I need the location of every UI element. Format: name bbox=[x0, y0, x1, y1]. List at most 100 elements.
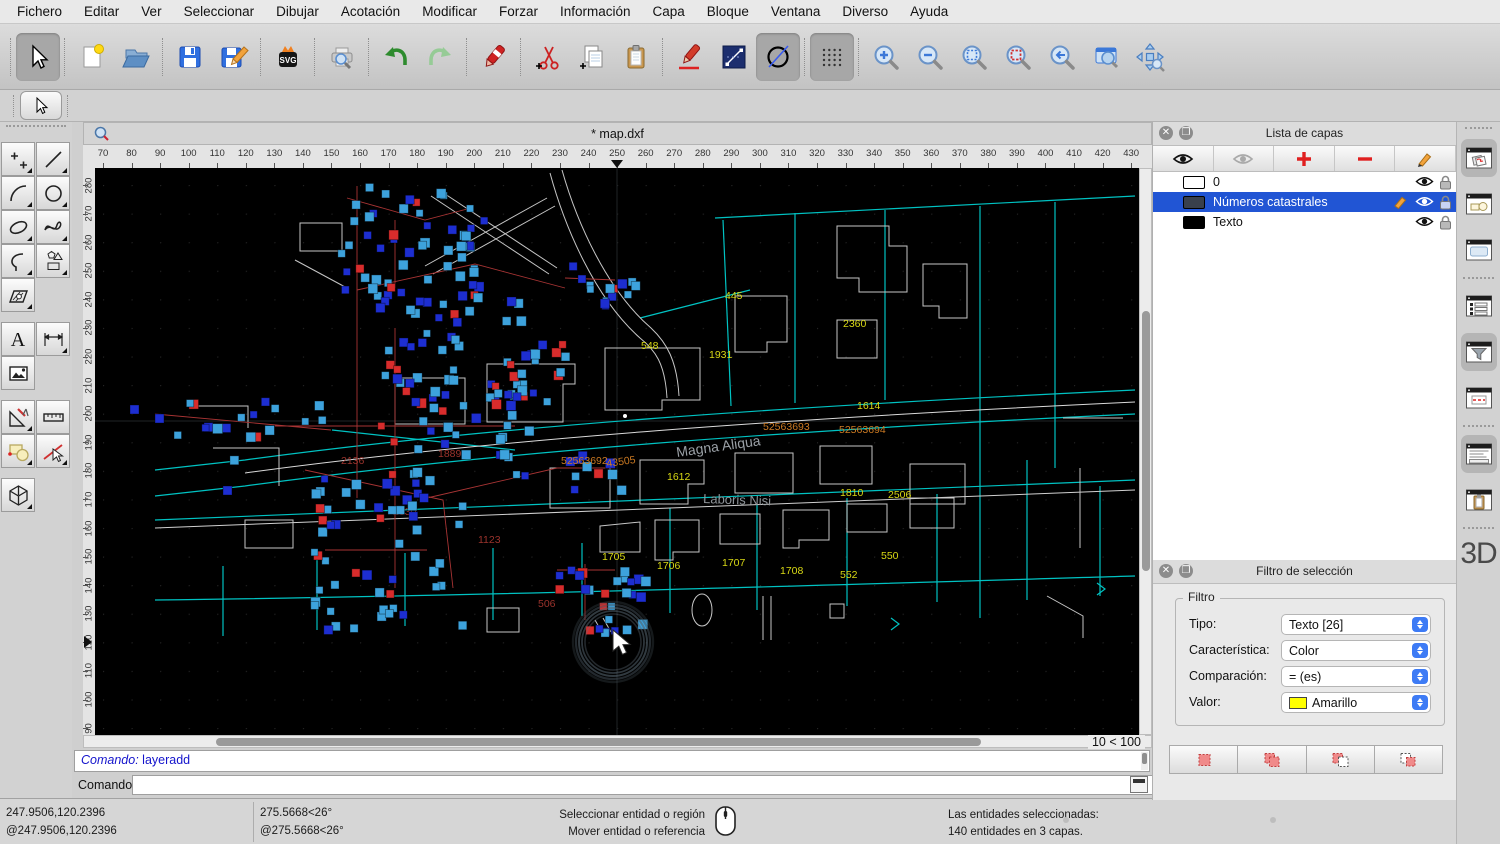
replace-selection-button[interactable] bbox=[1170, 746, 1238, 773]
tool-image-button[interactable] bbox=[1, 356, 35, 390]
lock-icon[interactable] bbox=[1439, 195, 1452, 210]
edit-layer-button[interactable] bbox=[1395, 146, 1456, 171]
filter-dropdown-valor-[interactable]: Amarillo bbox=[1281, 692, 1431, 713]
h-scroll-thumb[interactable] bbox=[216, 738, 981, 746]
horizontal-scrollbar[interactable]: 10 < 100 bbox=[83, 735, 1152, 748]
menu-item-seleccionar[interactable]: Seleccionar bbox=[173, 4, 266, 19]
show-all-layers-button[interactable] bbox=[1153, 146, 1214, 171]
history-scrollbar[interactable] bbox=[1141, 752, 1148, 770]
zoom-out-button[interactable] bbox=[908, 33, 952, 81]
tool-shapes-button[interactable] bbox=[36, 244, 70, 278]
eye-icon[interactable] bbox=[1415, 175, 1434, 188]
3d-panel-button[interactable]: 3D bbox=[1457, 537, 1500, 571]
tool-dimension-button[interactable] bbox=[36, 322, 70, 356]
current-tool-button[interactable] bbox=[20, 91, 62, 120]
dropdown-stepper-icon[interactable] bbox=[1412, 695, 1428, 710]
layer-row-0[interactable]: 0 bbox=[1153, 172, 1456, 192]
clipboard-panel-button[interactable] bbox=[1461, 481, 1497, 519]
v-scroll-thumb[interactable] bbox=[1142, 311, 1150, 571]
new-file-button[interactable] bbox=[70, 33, 114, 81]
remove-from-selection-button[interactable] bbox=[1307, 746, 1375, 773]
tool-cad-tools-button[interactable] bbox=[1, 400, 35, 434]
circle-slash-button[interactable] bbox=[756, 33, 800, 81]
selection-filter-panel-button[interactable] bbox=[1461, 333, 1497, 371]
layer-list-panel-button[interactable] bbox=[1461, 139, 1497, 177]
draw-pencil-button[interactable] bbox=[668, 33, 712, 81]
pan-button[interactable] bbox=[1128, 33, 1172, 81]
line-tool-button[interactable] bbox=[712, 33, 756, 81]
cut-button[interactable] bbox=[526, 33, 570, 81]
open-file-button[interactable] bbox=[114, 33, 158, 81]
add-layer-button[interactable] bbox=[1274, 146, 1335, 171]
view-options-panel-button[interactable] bbox=[1461, 379, 1497, 417]
lock-icon[interactable] bbox=[1439, 175, 1452, 190]
lock-icon[interactable] bbox=[1439, 215, 1452, 230]
intersect-selection-button[interactable] bbox=[1375, 746, 1442, 773]
selection-arrow-button[interactable] bbox=[16, 33, 60, 81]
tool-ruler-button[interactable] bbox=[36, 400, 70, 434]
command-history[interactable]: Comando: layeradd bbox=[74, 750, 1150, 772]
dropdown-stepper-icon[interactable] bbox=[1412, 617, 1428, 632]
zoom-window-button[interactable] bbox=[1084, 33, 1128, 81]
library-browser-panel-button[interactable] bbox=[1461, 231, 1497, 269]
dropdown-stepper-icon[interactable] bbox=[1412, 643, 1428, 658]
filter-dropdown-tipo-[interactable]: Texto [26] bbox=[1281, 614, 1431, 635]
menu-item-editar[interactable]: Editar bbox=[73, 4, 130, 19]
tool-solid-3d-button[interactable] bbox=[1, 478, 35, 512]
menu-item-ayuda[interactable]: Ayuda bbox=[899, 4, 959, 19]
copy-button[interactable] bbox=[570, 33, 614, 81]
eye-icon[interactable] bbox=[1415, 215, 1434, 228]
tool-polyline-button[interactable] bbox=[1, 244, 35, 278]
grid-toggle-button[interactable] bbox=[810, 33, 854, 81]
layer-row-numeros-catastrales[interactable]: Números catastrales bbox=[1153, 192, 1456, 212]
tool-modify-button[interactable] bbox=[1, 434, 35, 468]
remove-layer-button[interactable] bbox=[1335, 146, 1396, 171]
tool-snap-button[interactable] bbox=[36, 434, 70, 468]
menu-item-informacion[interactable]: Información bbox=[549, 4, 642, 19]
command-input[interactable] bbox=[132, 775, 1186, 795]
layer-row-texto[interactable]: Texto bbox=[1153, 212, 1456, 232]
menu-item-forzar[interactable]: Forzar bbox=[488, 4, 549, 19]
delete-button[interactable] bbox=[472, 33, 516, 81]
menu-item-diverso[interactable]: Diverso bbox=[831, 4, 899, 19]
block-list-panel-button[interactable] bbox=[1461, 185, 1497, 223]
menu-item-bloque[interactable]: Bloque bbox=[696, 4, 760, 19]
redo-button[interactable] bbox=[418, 33, 462, 81]
tool-arc-button[interactable] bbox=[1, 176, 35, 210]
filter-dropdown-caracteristica-[interactable]: Color bbox=[1281, 640, 1431, 661]
property-editor-panel-button[interactable] bbox=[1461, 287, 1497, 325]
tool-hatch-button[interactable] bbox=[1, 278, 35, 312]
map-canvas[interactable]: 2136188923301123506 44523605481931161416… bbox=[95, 168, 1139, 735]
dropdown-stepper-icon[interactable] bbox=[1412, 669, 1428, 684]
menu-item-ver[interactable]: Ver bbox=[130, 4, 172, 19]
strip-drag-handle[interactable] bbox=[1465, 127, 1492, 133]
tool-line-button[interactable] bbox=[36, 142, 70, 176]
filter-dropdown-comparacion-[interactable]: = (es) bbox=[1281, 666, 1431, 687]
undo-button[interactable] bbox=[374, 33, 418, 81]
pencil-icon[interactable] bbox=[1393, 195, 1410, 209]
menu-item-dibujar[interactable]: Dibujar bbox=[265, 4, 330, 19]
menu-item-fichero[interactable]: Fichero bbox=[6, 4, 73, 19]
tool-circle-button[interactable] bbox=[36, 176, 70, 210]
add-to-selection-button[interactable] bbox=[1238, 746, 1306, 773]
menu-item-ventana[interactable]: Ventana bbox=[760, 4, 832, 19]
svg-export-button[interactable]: SVG bbox=[266, 33, 310, 81]
zoom-in-button[interactable] bbox=[864, 33, 908, 81]
tool-ellipse-button[interactable] bbox=[1, 210, 35, 244]
zoom-auto-button[interactable] bbox=[952, 33, 996, 81]
tool-spline-button[interactable] bbox=[36, 210, 70, 244]
paste-button[interactable] bbox=[614, 33, 658, 81]
tool-points-button[interactable] bbox=[1, 142, 35, 176]
tool-text-button[interactable]: A bbox=[1, 322, 35, 356]
zoom-selection-button[interactable] bbox=[996, 33, 1040, 81]
save-as-button[interactable] bbox=[212, 33, 256, 81]
eye-icon[interactable] bbox=[1415, 195, 1434, 208]
vertical-scrollbar[interactable] bbox=[1139, 168, 1152, 735]
command-line-panel-button[interactable] bbox=[1461, 435, 1497, 473]
hide-all-layers-button[interactable] bbox=[1214, 146, 1275, 171]
menu-item-modificar[interactable]: Modificar bbox=[411, 4, 488, 19]
menu-item-acotacion[interactable]: Acotación bbox=[330, 4, 411, 19]
print-preview-button[interactable] bbox=[320, 33, 364, 81]
menu-item-capa[interactable]: Capa bbox=[642, 4, 696, 19]
command-options-icon[interactable] bbox=[1130, 776, 1148, 793]
